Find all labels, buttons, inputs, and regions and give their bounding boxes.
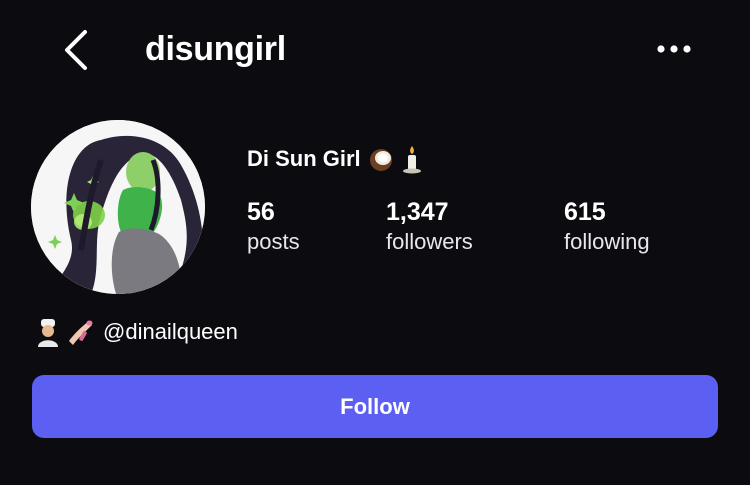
follow-button[interactable]: Follow <box>32 375 718 438</box>
followers-stat[interactable]: 1,347 followers <box>386 198 473 258</box>
coconut-icon <box>369 149 392 171</box>
display-name: Di Sun Girl <box>247 146 361 171</box>
posts-stat[interactable]: 56 posts <box>247 198 300 258</box>
following-count: 615 <box>564 198 606 226</box>
chevron-left-icon <box>65 30 87 70</box>
candle-icon <box>402 146 421 174</box>
posts-label: posts <box>247 229 300 254</box>
nail-polish-icon <box>69 320 93 345</box>
bio: @dinailqueen <box>33 312 238 352</box>
bio-emojis <box>33 317 95 347</box>
display-name-row: Di Sun Girl <box>247 144 423 174</box>
bio-mention-link[interactable]: @dinailqueen <box>103 319 238 345</box>
cartoon-character-avatar <box>31 120 205 294</box>
cook-person-icon <box>38 319 58 347</box>
followers-count: 1,347 <box>386 198 449 226</box>
avatar[interactable] <box>31 120 205 294</box>
following-label: following <box>564 229 650 254</box>
more-horizontal-icon <box>657 45 691 53</box>
back-button[interactable] <box>52 22 100 78</box>
profile-username: disungirl <box>145 30 286 68</box>
followers-label: followers <box>386 229 473 254</box>
more-options-button[interactable] <box>652 34 696 64</box>
posts-count: 56 <box>247 198 275 226</box>
following-stat[interactable]: 615 following <box>564 198 650 258</box>
profile-page: disungirl Di Sun Girl 56 posts 1,347 fol… <box>0 0 750 485</box>
